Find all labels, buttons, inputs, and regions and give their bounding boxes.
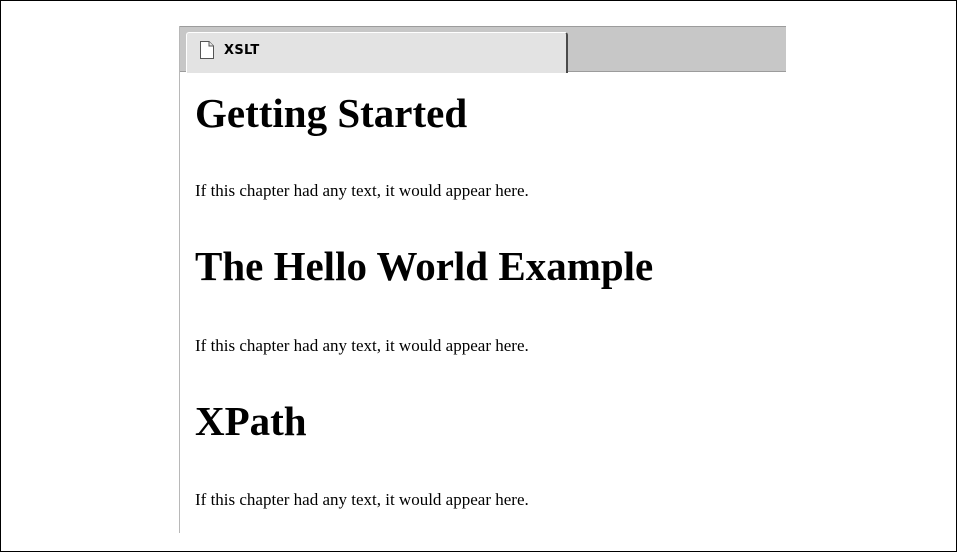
tab-xslt[interactable]: XSLT (186, 32, 568, 73)
tab-strip: XSLT (180, 26, 786, 73)
section-heading: The Hello World Example (195, 243, 654, 289)
figure-frame: XSLT Getting Started If this chapter had… (0, 0, 957, 552)
browser-window: XSLT Getting Started If this chapter had… (179, 26, 786, 533)
section-text: If this chapter had any text, it would a… (195, 490, 529, 509)
section-text: If this chapter had any text, it would a… (195, 336, 529, 355)
section-text: If this chapter had any text, it would a… (195, 181, 529, 200)
tab-label: XSLT (224, 43, 260, 58)
section-heading: Getting Started (195, 90, 468, 136)
section-heading: XPath (195, 398, 307, 444)
document-icon (199, 41, 215, 59)
